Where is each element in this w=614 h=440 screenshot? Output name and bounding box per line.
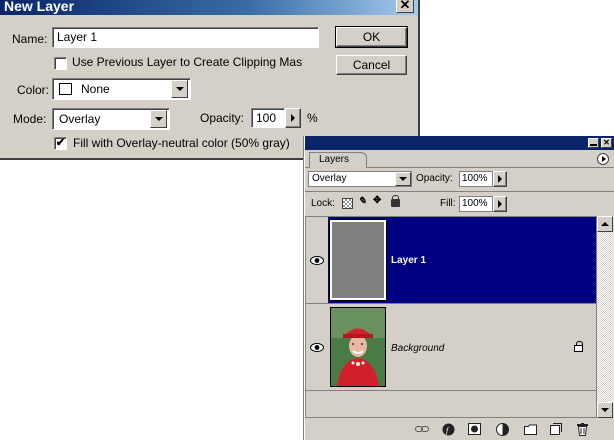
cancel-button[interactable]: Cancel — [336, 55, 407, 75]
scroll-down-button[interactable] — [597, 402, 613, 418]
background-thumbnail[interactable] — [330, 307, 386, 387]
opacity-percent: % — [307, 111, 318, 125]
name-label: Name: — [12, 32, 48, 46]
clipping-mask-label-wrap: Use Previous Layer to Create Clipping Ma… — [72, 55, 303, 69]
scroll-track[interactable] — [597, 232, 613, 402]
dialog-close-button[interactable]: ✕ — [396, 0, 414, 13]
lock-transparent-icon[interactable] — [342, 198, 353, 209]
layer-row-background[interactable]: Background — [306, 304, 596, 391]
cancel-button-label: Cancel — [352, 58, 391, 72]
layer-style-icon[interactable]: f — [441, 422, 455, 436]
mode-select-value: Overlay — [59, 112, 101, 126]
chevron-up-icon — [601, 222, 609, 226]
mode-select[interactable]: Overlay — [52, 108, 170, 130]
new-group-icon[interactable] — [523, 422, 537, 436]
opacity-label: Opacity: — [200, 111, 245, 125]
mode-label: Mode: — [13, 112, 47, 126]
palette-opacity-input[interactable]: 100% — [459, 171, 493, 187]
fill-neutral-label[interactable]: Fill with Overlay-neutral color (50% gra… — [73, 136, 290, 150]
layer-row-layer-1[interactable]: Layer 1 — [306, 217, 596, 304]
chevron-right-icon — [498, 175, 502, 183]
clipping-mask-label[interactable]: Use Previous Layer to Create Clipping Ma… — [72, 55, 303, 69]
blend-mode-select[interactable]: Overlay — [308, 171, 412, 187]
divider — [305, 191, 614, 192]
opacity-input-value: 100 — [256, 111, 277, 125]
lock-all-icon[interactable] — [391, 195, 400, 207]
palette-menu-button[interactable] — [597, 153, 609, 165]
clipping-mask-checkbox[interactable] — [54, 57, 67, 70]
name-input[interactable]: Layer 1 — [52, 27, 319, 48]
palette-opacity-value: 100% — [462, 173, 488, 184]
layer-name[interactable]: Background — [391, 343, 444, 354]
color-label: Color: — [17, 83, 50, 97]
color-swatch-icon — [59, 83, 72, 95]
tab-layers[interactable]: Layers — [309, 152, 367, 168]
lock-label: Lock: — [311, 198, 335, 209]
photo-thumbnail-icon — [331, 308, 385, 386]
blend-mode-value: Overlay — [312, 173, 347, 184]
palette-menu-icon — [601, 156, 606, 162]
chevron-down-icon[interactable] — [395, 172, 411, 186]
lock-position-icon[interactable]: ✥ — [373, 195, 381, 206]
lock-icon — [574, 341, 583, 352]
chevron-right-icon — [498, 200, 502, 208]
fill-input[interactable]: 100% — [459, 196, 493, 212]
fill-slider-button[interactable] — [493, 196, 507, 212]
new-layer-icon[interactable] — [549, 422, 563, 436]
layer-1-thumbnail[interactable] — [329, 219, 387, 301]
eye-icon[interactable] — [308, 252, 326, 268]
dialog-title-bar[interactable]: New Layer ✕ — [0, 0, 418, 15]
palette-title-bar[interactable]: ✕ — [305, 136, 614, 150]
adjustment-layer-icon[interactable] — [495, 422, 509, 436]
lock-image-icon[interactable]: ✎ — [358, 196, 366, 207]
layers-scrollbar[interactable] — [597, 216, 614, 418]
fill-label: Fill: — [440, 198, 456, 209]
close-icon[interactable]: ✕ — [601, 138, 612, 148]
check-icon: ✔ — [55, 137, 66, 149]
layer-mask-icon[interactable] — [467, 422, 481, 436]
tab-layers-label: Layers — [319, 154, 350, 165]
color-select[interactable]: None — [52, 78, 191, 100]
layers-palette: ✕ Layers Overlay Opacity: 100% Lock: ✎ ✥… — [304, 136, 614, 440]
chevron-down-icon[interactable] — [171, 80, 188, 98]
minimize-icon[interactable] — [588, 138, 599, 148]
fill-neutral-checkbox[interactable]: ✔ — [54, 137, 67, 150]
color-select-value: None — [81, 82, 110, 96]
dialog-title: New Layer — [4, 0, 75, 14]
palette-opacity-label: Opacity: — [416, 173, 453, 184]
trash-icon[interactable] — [575, 422, 589, 436]
link-icon[interactable] — [415, 422, 429, 436]
close-icon: ✕ — [399, 0, 411, 12]
ok-button[interactable]: OK — [335, 26, 408, 48]
palette-opacity-slider-button[interactable] — [493, 171, 507, 187]
layers-list: Layer 1 Background — [305, 216, 597, 418]
chevron-down-icon — [601, 408, 609, 412]
layer-name[interactable]: Layer 1 — [391, 255, 426, 266]
palette-tab-row: Layers — [305, 150, 614, 168]
opacity-slider-button[interactable] — [285, 108, 301, 128]
chevron-down-icon[interactable] — [150, 110, 167, 128]
scroll-up-button[interactable] — [597, 216, 613, 232]
fill-value: 100% — [462, 198, 488, 209]
eye-icon[interactable] — [308, 339, 326, 355]
opacity-input[interactable]: 100 — [251, 108, 285, 128]
name-input-value: Layer 1 — [57, 30, 98, 44]
ok-button-label: OK — [362, 30, 381, 44]
chevron-right-icon — [291, 114, 295, 122]
